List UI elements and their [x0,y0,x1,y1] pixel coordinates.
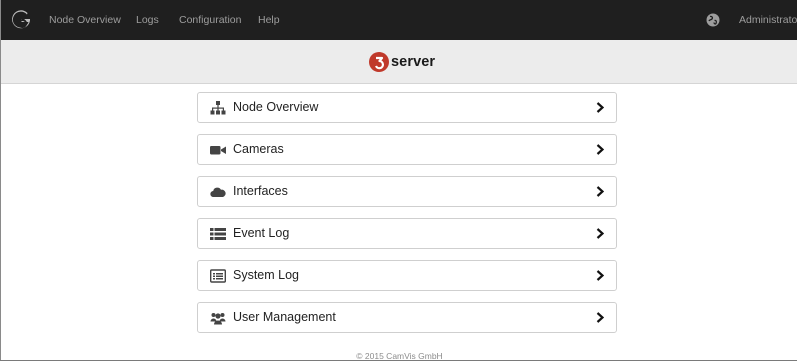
g3-logo-icon [369,52,389,72]
top-navbar: Node Overview Logs Configuration Help Ad… [1,0,797,40]
menu-label: Node Overview [233,100,319,114]
app-window: Node Overview Logs Configuration Help Ad… [0,0,797,361]
chevron-right-icon [596,186,604,197]
menu-item-event-log[interactable]: Event Log [197,218,617,249]
nav-configuration[interactable]: Configuration [179,0,241,40]
main-menu: Node Overview Cameras Interfaces Event L… [197,92,617,344]
menu-item-system-log[interactable]: System Log [197,260,617,291]
sitemap-icon [210,101,226,115]
chevron-right-icon [596,312,604,323]
menu-item-cameras[interactable]: Cameras [197,134,617,165]
user-menu[interactable]: Administrator [739,0,797,40]
chevron-right-icon [596,228,604,239]
chevron-right-icon [596,102,604,113]
menu-item-user-management[interactable]: User Management [197,302,617,333]
chevron-right-icon [596,270,604,281]
brand-logo: server [368,50,435,74]
brand-text: server [391,54,436,70]
nav-node-overview[interactable]: Node Overview [49,0,121,40]
chevron-right-icon [596,144,604,155]
menu-label: Interfaces [233,184,288,198]
menu-item-node-overview[interactable]: Node Overview [197,92,617,123]
menu-item-interfaces[interactable]: Interfaces [197,176,617,207]
menu-label: User Management [233,310,336,324]
list-box-icon [210,269,226,283]
menu-label: Event Log [233,226,290,240]
menu-label: Cameras [233,142,284,156]
menu-label: System Log [233,268,300,282]
users-icon [210,313,226,325]
nav-logs[interactable]: Logs [136,0,159,40]
video-camera-icon [210,146,226,155]
g3-logo-icon[interactable] [10,9,32,31]
globe-icon[interactable] [706,13,720,27]
brand-header: server [1,40,797,84]
cloud-icon [210,187,226,198]
nav-help[interactable]: Help [258,0,280,40]
list-icon [210,228,226,240]
